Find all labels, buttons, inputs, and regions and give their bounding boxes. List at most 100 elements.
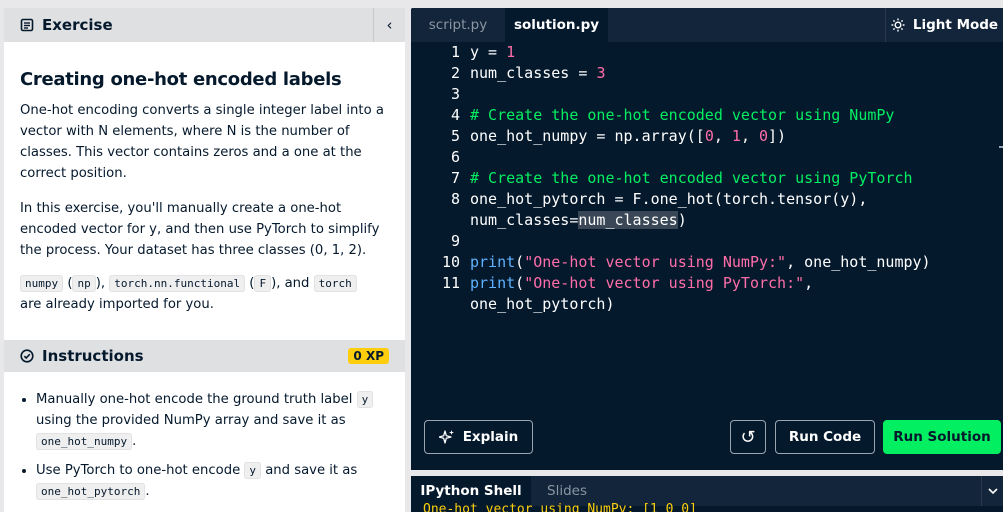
code-string: "One-hot vector using NumPy:" [524, 253, 787, 271]
reset-icon: ↺ [740, 426, 756, 448]
shell-output: One-hot vector using NumPy: [1 0 0] [423, 502, 697, 512]
code-token: 1 [731, 127, 741, 145]
chevron-left-icon: ‹ [386, 16, 393, 34]
code-line: 1y = 1 [411, 42, 1003, 63]
code-line: 9 [411, 231, 1003, 252]
code-token: 0 [704, 127, 714, 145]
inline-code: torch [313, 275, 357, 292]
light-mode-label: Light Mode [912, 17, 999, 33]
line-number: 4 [450, 106, 460, 124]
code-comment: # Create the one-hot encoded vector usin… [470, 106, 895, 124]
code-token: ( [515, 274, 525, 292]
explain-button[interactable]: Explain [424, 420, 533, 454]
code-line: 3 [411, 84, 1003, 105]
text-fragment: ), [95, 276, 110, 291]
line-number: 11 [441, 274, 460, 292]
exercise-paragraph-3: numpy (np), torch.nn.functional (F), and… [20, 273, 389, 315]
code-token: one_hot_numpy = np.array([ [470, 127, 705, 145]
line-number: 2 [450, 64, 460, 82]
sun-icon [891, 18, 905, 32]
light-mode-toggle[interactable]: Light Mode [885, 8, 1003, 42]
line-number: 6 [450, 148, 460, 166]
scrollbar-marker[interactable] [999, 146, 1003, 148]
inline-code: numpy [20, 275, 64, 292]
run-solution-button[interactable]: Run Solution [883, 420, 1001, 454]
explain-label: Explain [462, 429, 519, 445]
code-token: 3 [596, 64, 606, 82]
code-editor-panel: script.py solution.py Light Mode 1y = 1 … [411, 8, 1003, 470]
code-line: 7 # Create the one-hot encoded vector usi… [411, 168, 1003, 189]
chevron-down-icon [987, 488, 998, 495]
inline-code: torch.nn.functional [109, 275, 246, 292]
code-comment: # Create the one-hot encoded vector usin… [470, 169, 913, 187]
inline-code: np [72, 275, 96, 292]
inline-code: y [244, 462, 262, 479]
xp-badge: 0 XP [348, 348, 389, 364]
tab-script-py[interactable]: script.py [411, 8, 505, 42]
code-line: 4 # Create the one-hot encoded vector usi… [411, 105, 1003, 126]
code-token: one_hot_pytorch = F.one_hot(torch.tensor… [470, 190, 868, 208]
inline-code: F [254, 275, 272, 292]
code-keyword: print [470, 253, 516, 271]
instructions-title: Instructions [42, 347, 144, 365]
instructions-list: Manually one-hot encode the ground truth… [4, 389, 405, 510]
instructions-header: Instructions 0 XP [4, 340, 405, 372]
line-number: 10 [441, 253, 460, 271]
text-fragment: and save it as [261, 463, 358, 478]
editor-tab-bar: script.py solution.py Light Mode [411, 8, 1003, 42]
code-token: y = [470, 43, 507, 61]
code-token: num_classes= [470, 211, 579, 229]
code-line: 5 one_hot_numpy = np.array([0, 1, 0]) [411, 126, 1003, 147]
code-line: 2 num_classes = 3 [411, 63, 1003, 84]
code-token: ( [515, 253, 525, 271]
reset-button[interactable]: ↺ [730, 420, 766, 454]
code-line: 10 print("One-hot vector using NumPy:", o… [411, 252, 1003, 273]
code-line: 6 [411, 147, 1003, 168]
inline-code: one_hot_pytorch [36, 483, 146, 500]
text-fragment: using the provided NumPy array and save … [36, 413, 346, 428]
run-code-button[interactable]: Run Code [775, 420, 875, 454]
check-circle-icon [20, 349, 34, 363]
code-line-wrap: one_hot_pytorch) [411, 294, 1003, 315]
code-line: 8 one_hot_pytorch = F.one_hot(torch.tenso… [411, 189, 1003, 210]
shell-collapse-button[interactable] [981, 476, 1003, 506]
instruction-item: Manually one-hot encode the ground truth… [36, 389, 389, 452]
exercise-header: Exercise ‹ [4, 8, 405, 42]
document-icon [20, 18, 34, 32]
text-fragment: are already imported for you. [20, 297, 214, 312]
line-number: 1 [450, 43, 460, 61]
shell-panel: IPython Shell Slides One-hot vector usin… [411, 476, 1003, 512]
exercise-header-title: Exercise [42, 16, 113, 34]
code-keyword: print [470, 274, 516, 292]
code-token: 0 [759, 127, 769, 145]
exercise-title: Creating one-hot encoded labels [20, 69, 342, 90]
code-token: , [740, 127, 759, 145]
highlighted-token: num_classes [578, 211, 678, 229]
inline-code: one_hot_numpy [36, 433, 133, 450]
exercise-paragraph-2: In this exercise, you'll manually create… [20, 201, 380, 258]
code-token: 1 [506, 43, 516, 61]
line-number: 9 [450, 232, 460, 250]
line-number: 3 [450, 85, 460, 103]
line-number: 5 [450, 127, 460, 145]
sparkle-icon [438, 430, 454, 444]
code-area[interactable]: 1y = 1 2 num_classes = 3 3 4 # Create the … [411, 42, 1003, 315]
code-token: ]) [768, 127, 787, 145]
text-fragment: Manually one-hot encode the ground truth… [36, 392, 357, 407]
exercise-paragraph-1: One-hot encoding converts a single integ… [20, 103, 384, 181]
code-token: ) [677, 211, 687, 229]
instruction-item: Use PyTorch to one-hot encode y and save… [36, 460, 389, 502]
code-token: , [713, 127, 732, 145]
exercise-panel: Exercise ‹ Creating one-hot encoded labe… [4, 8, 405, 512]
text-fragment: . [132, 434, 137, 449]
line-number: 7 [450, 169, 460, 187]
collapse-panel-button[interactable]: ‹ [373, 8, 405, 42]
text-fragment: . [145, 484, 150, 499]
code-token: , one_hot_numpy) [786, 253, 931, 271]
code-line: 11 print("One-hot vector using PyTorch:", [411, 273, 1003, 294]
code-token: num_classes = [470, 64, 597, 82]
text-fragment: Use PyTorch to one-hot encode [36, 463, 245, 478]
code-token: , [804, 274, 814, 292]
tab-solution-py[interactable]: solution.py [505, 8, 608, 42]
code-token: one_hot_pytorch) [470, 295, 615, 313]
